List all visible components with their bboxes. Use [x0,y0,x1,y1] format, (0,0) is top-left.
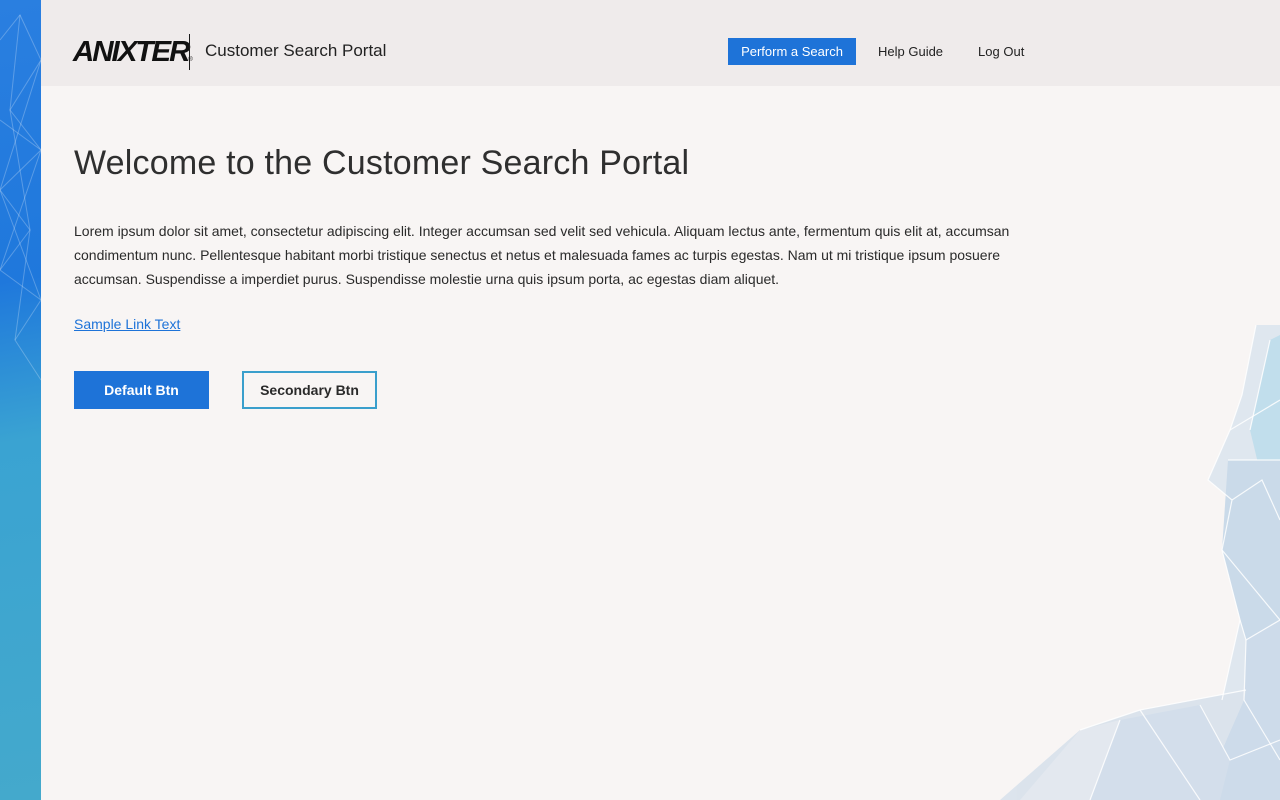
top-nav: Perform a Search Help Guide Log Out [728,38,1024,65]
intro-paragraph: Lorem ipsum dolor sit amet, consectetur … [74,223,1010,287]
page: ANIXTER ® Customer Search Portal Perform… [0,0,1280,800]
help-guide-link[interactable]: Help Guide [878,38,943,65]
top-header: ANIXTER ® Customer Search Portal Perform… [41,0,1280,86]
portal-title: Customer Search Portal [205,41,387,60]
perform-search-button[interactable]: Perform a Search [728,38,856,65]
secondary-button[interactable]: Secondary Btn [242,371,377,409]
anixter-logo[interactable]: ANIXTER ® [72,36,193,68]
log-out-link[interactable]: Log Out [978,38,1024,65]
header-divider [189,34,190,70]
sample-link[interactable]: Sample Link Text [74,316,180,332]
network-pattern-graphic [0,14,41,381]
logo-wordmark: ANIXTER [72,36,191,68]
default-button[interactable]: Default Btn [74,371,209,409]
left-decorative-stripe [0,0,41,800]
page-title: Welcome to the Customer Search Portal [74,144,690,182]
